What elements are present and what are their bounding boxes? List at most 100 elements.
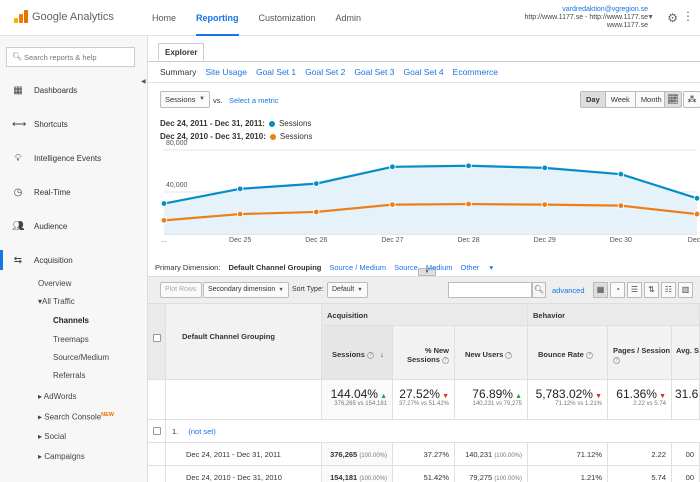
sort-type-select[interactable]: Default ▼ [327, 282, 368, 298]
comparison-view-icon[interactable]: ⇅ [644, 282, 659, 298]
gear-icon[interactable]: ⚙ [667, 11, 678, 25]
table-view-icon[interactable]: ▦ [593, 282, 608, 298]
help-icon[interactable]: ? [585, 351, 593, 359]
sidebar-sub-label: Campaigns [44, 452, 85, 461]
header-new-users[interactable]: New Users ? [455, 326, 528, 380]
sidebar-item-dashboards[interactable]: ▦ Dashboards [0, 80, 148, 100]
sidebar-item-shortcuts[interactable]: ⟷ Shortcuts [0, 114, 148, 134]
sidebar-sub-campaigns[interactable]: ▸ Campaigns [38, 452, 85, 461]
cell-value: 154,181 [330, 473, 358, 482]
sidebar-sub-all-traffic[interactable]: ▾All Traffic [38, 297, 75, 306]
row-checkbox[interactable] [153, 427, 161, 435]
account-caret-icon[interactable]: ▼ [647, 14, 654, 21]
nav-reporting[interactable]: Reporting [196, 0, 239, 36]
shortcut-arrow-icon: ⟷ [12, 118, 27, 130]
row-dimension-link[interactable]: (not set) [188, 427, 216, 436]
subtab-site-usage[interactable]: Site Usage [205, 67, 247, 77]
data-point-0-6 [617, 170, 625, 178]
table-search-input[interactable] [448, 282, 532, 298]
search-icon[interactable]: 🔍︎ [532, 282, 546, 298]
sidebar-sub-label: Search Console [44, 412, 102, 422]
main-nav: Home Reporting Customization Admin [152, 0, 381, 36]
header-pages-session[interactable]: Pages / Session ? [608, 326, 672, 380]
header-bounce-rate[interactable]: Bounce Rate ? [528, 326, 608, 380]
subtab-goal-set-4[interactable]: Goal Set 4 [403, 67, 443, 77]
account-selector[interactable]: vardredaktion@vgregion.se http://www.117… [525, 6, 648, 30]
help-icon[interactable]: ? [613, 356, 620, 364]
granularity-day[interactable]: Day [581, 92, 606, 107]
search-input[interactable] [24, 51, 132, 63]
advanced-filter-link[interactable]: advanced [552, 286, 585, 295]
sidebar-sub-label: AdWords [43, 392, 77, 401]
people-icon: 👥︎ [12, 220, 25, 232]
tab-explorer[interactable]: Explorer [158, 43, 205, 61]
header-sessions[interactable]: Sessions ? ↓ [322, 326, 393, 380]
subtab-goal-set-2[interactable]: Goal Set 2 [305, 67, 345, 77]
header-label: Pages / Session [613, 346, 671, 355]
subrow-pages-session: 2.22 [608, 443, 672, 466]
sidebar-sub-search-console[interactable]: ▸ Search ConsoleNEW [38, 412, 114, 422]
subtab-goal-set-3[interactable]: Goal Set 3 [354, 67, 394, 77]
subtab-divider [148, 82, 700, 83]
granularity-week[interactable]: Week [605, 92, 636, 107]
lightbulb-icon: 💡︎ [14, 152, 22, 164]
subtab-ecommerce[interactable]: Ecommerce [453, 67, 498, 77]
header-avg-session-duration[interactable]: Avg. S Duratio [672, 326, 700, 380]
dimension-default-channel-grouping[interactable]: Default Channel Grouping [228, 263, 321, 272]
sidebar-sub-treemaps[interactable]: Treemaps [53, 335, 89, 344]
performance-view-icon[interactable]: ☰ [627, 282, 642, 298]
x-tick-label: Dec 30 [609, 237, 632, 244]
summary-value: 31.6 [675, 387, 699, 401]
sidebar-sub-referrals[interactable]: Referrals [53, 371, 85, 380]
more-vert-icon[interactable]: ⋮ [682, 10, 694, 22]
nav-home[interactable]: Home [152, 0, 176, 36]
sidebar-sub-adwords[interactable]: ▸ AdWords [38, 392, 77, 401]
sidebar-sub-source-medium[interactable]: Source/Medium [53, 353, 109, 362]
y-tick-label: 40,000 [166, 182, 188, 189]
sidebar-item-intelligence-events[interactable]: 💡︎ Intelligence Events [0, 148, 148, 168]
header-new-sessions[interactable]: % New Sessions ? [393, 326, 455, 380]
header-group-acquisition: Acquisition [322, 304, 528, 326]
cell-value: 376,265 [330, 450, 358, 459]
dimension-source-medium[interactable]: Source / Medium [329, 263, 386, 272]
line-chart-icon[interactable]: 📈︎ [664, 91, 682, 108]
dimension-source[interactable]: Source [394, 263, 418, 272]
term-cloud-icon[interactable]: ☷ [661, 282, 676, 298]
pivot-view-icon[interactable]: ▥ [678, 282, 693, 298]
data-point-1-7 [693, 210, 700, 218]
cell-pct: (100.00%) [359, 476, 387, 482]
analytics-logo-icon [14, 10, 28, 23]
tab-divider [148, 61, 700, 62]
nav-customization[interactable]: Customization [259, 0, 316, 36]
legend-range: Dec 24, 2011 - Dec 31, 2011: [160, 119, 265, 128]
header-dimension[interactable]: Default Channel Grouping [166, 304, 322, 380]
sidebar-sub-social[interactable]: ▸ Social [38, 432, 66, 441]
granularity-month[interactable]: Month [635, 92, 667, 107]
secondary-dimension-select[interactable]: Secondary dimension ▼ [203, 282, 289, 298]
data-point-0-5 [541, 164, 548, 172]
help-icon[interactable]: ? [367, 351, 375, 359]
nav-admin[interactable]: Admin [336, 0, 362, 36]
sidebar-sub-overview[interactable]: Overview [38, 279, 71, 288]
select-all-checkbox[interactable] [153, 334, 161, 342]
dimension-medium[interactable]: Medium [426, 263, 453, 272]
table-row-select-cell [148, 420, 166, 443]
sidebar-item-real-time[interactable]: ◷ Real-Time [0, 182, 148, 202]
google-analytics-logo[interactable]: Google Analytics [14, 10, 114, 23]
help-icon[interactable]: ? [442, 356, 449, 364]
sidebar: 🔍︎ ◀ ▦ Dashboards ⟷ Shortcuts 💡︎ Intelli… [0, 36, 148, 482]
dimension-other[interactable]: Other ▾ [461, 263, 494, 272]
plot-rows-button[interactable]: Plot Rows [160, 282, 202, 298]
subtab-goal-set-1[interactable]: Goal Set 1 [256, 67, 296, 77]
metric-select[interactable]: Sessions ▼ [160, 91, 210, 108]
select-metric-link[interactable]: Select a metric [229, 96, 279, 105]
table-row: 1. (not set) [166, 420, 700, 443]
chevron-down-icon: ▼ [278, 287, 284, 293]
subtab-summary[interactable]: Summary [160, 67, 196, 77]
sidebar-item-audience[interactable]: 👥︎ Audience [0, 216, 148, 236]
help-icon[interactable]: ? [505, 351, 513, 359]
motion-chart-icon[interactable]: ⁂ [683, 91, 700, 108]
sidebar-sub-channels[interactable]: Channels [53, 316, 89, 325]
pie-view-icon[interactable]: ◔ [610, 282, 625, 298]
sidebar-item-acquisition[interactable]: ⇆ Acquisition [0, 250, 148, 270]
